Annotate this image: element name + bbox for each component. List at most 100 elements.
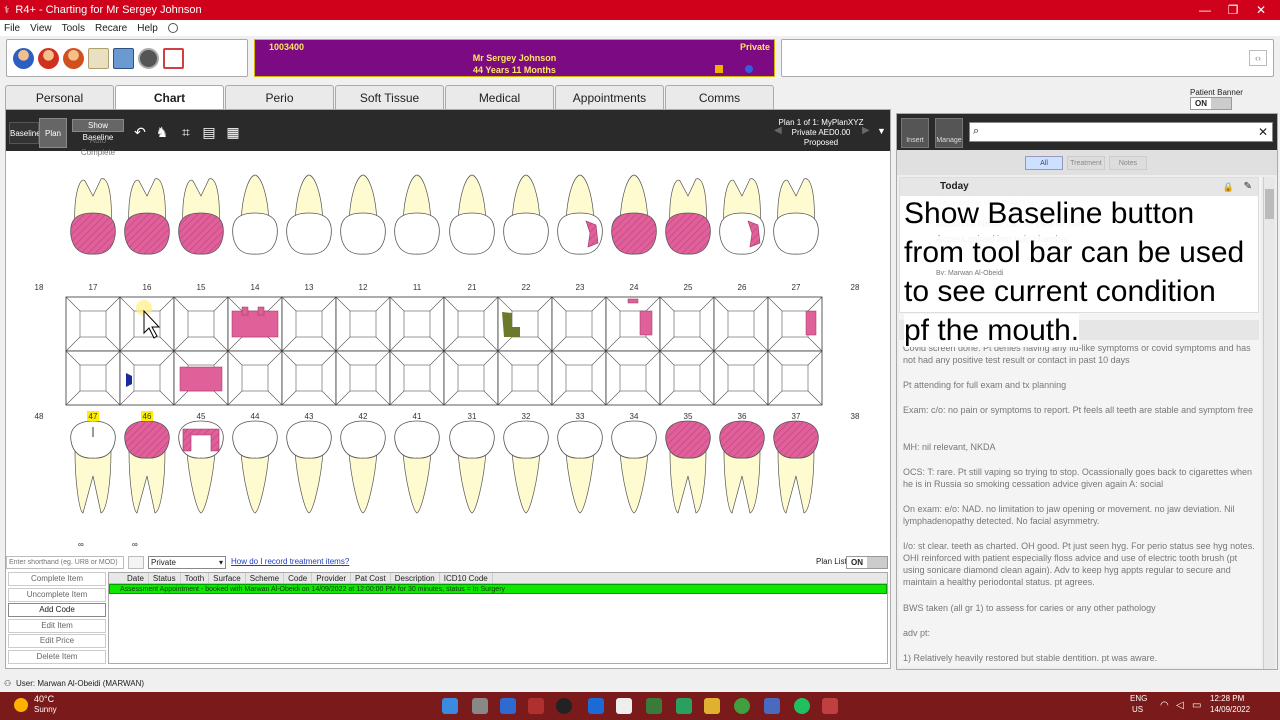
clock-date[interactable]: 14/09/2022	[1210, 705, 1250, 714]
surface-box[interactable]	[227, 350, 283, 406]
taskbar-app-icon[interactable]	[616, 698, 632, 714]
tooth-lower-44[interactable]	[232, 420, 278, 514]
surface-box[interactable]	[605, 350, 661, 406]
menu-file[interactable]: File	[4, 23, 20, 34]
patient-red-icon[interactable]	[38, 47, 59, 69]
tab-soft-tissue[interactable]: Soft Tissue	[335, 85, 444, 109]
tooth-upper-17[interactable]	[70, 178, 116, 255]
chrome-icon[interactable]	[734, 698, 750, 714]
tooth-number-15[interactable]: 15	[197, 283, 206, 292]
battery-icon[interactable]: ▭	[1192, 700, 1201, 711]
tooth-number-38[interactable]: 38	[851, 412, 860, 421]
edit-item-button[interactable]: Edit Item	[8, 618, 106, 633]
edit-price-button[interactable]: Edit Price	[8, 634, 106, 649]
surface-box[interactable]	[281, 350, 337, 406]
info-icon[interactable]	[745, 65, 753, 73]
tooth-lower-37[interactable]	[773, 420, 819, 514]
tooth-lower-32[interactable]	[503, 420, 549, 514]
tooth-number-25[interactable]: 25	[684, 283, 693, 292]
tooth-number-32[interactable]: 32	[522, 412, 531, 421]
clock-time[interactable]: 12:28 PM	[1210, 694, 1244, 703]
uncomplete-item-button[interactable]: Uncomplete Item	[8, 587, 106, 602]
tooth-number-45[interactable]: 45	[197, 412, 206, 421]
lang-1[interactable]: ENG	[1130, 694, 1147, 703]
tooth-upper-24[interactable]	[611, 174, 657, 255]
surface-box[interactable]	[65, 296, 121, 352]
tooth-number-27[interactable]: 27	[792, 283, 801, 292]
scheme-select[interactable]: Private ▾	[148, 556, 226, 569]
restore-button[interactable]: ❐	[1218, 0, 1248, 20]
tooth-upper-27[interactable]	[773, 178, 819, 255]
baseline-button[interactable]: Baseline	[9, 122, 41, 144]
clipboard-icon[interactable]: ▦	[225, 124, 241, 140]
tooth-lower-31[interactable]	[449, 420, 495, 514]
tab-chart[interactable]: Chart	[115, 85, 224, 110]
tooth-number-12[interactable]: 12	[359, 283, 368, 292]
tooth-number-34[interactable]: 34	[630, 412, 639, 421]
calendar-icon[interactable]	[163, 47, 184, 69]
tooth-number-23[interactable]: 23	[576, 283, 585, 292]
grid-icon[interactable]: ⌗	[178, 124, 194, 140]
link-icon-47[interactable]: ∞	[78, 540, 84, 549]
show-baseline-button[interactable]: Show Baseline	[72, 119, 124, 142]
tooth-lower-35[interactable]	[665, 420, 711, 514]
lang-2[interactable]: US	[1132, 705, 1143, 714]
tooth-number-48[interactable]: 48	[35, 412, 44, 421]
surface-box[interactable]	[713, 350, 769, 406]
close-button[interactable]: ✕	[1246, 0, 1276, 20]
task-view-icon[interactable]	[472, 698, 488, 714]
tab-appointments[interactable]: Appointments	[555, 85, 664, 109]
menu-recare[interactable]: Recare	[95, 23, 127, 34]
tooth-number-21[interactable]: 21	[468, 283, 477, 292]
camera-icon[interactable]	[138, 47, 159, 69]
table-row[interactable]: Assessment Appointment - booked with Mar…	[109, 584, 887, 594]
tab-medical[interactable]: Medical	[445, 85, 554, 109]
tooth-lower-33[interactable]	[557, 420, 603, 514]
surface-box[interactable]	[281, 296, 337, 352]
tooth-number-43[interactable]: 43	[305, 412, 314, 421]
folder-icon[interactable]	[704, 698, 720, 714]
tooth-number-22[interactable]: 22	[522, 283, 531, 292]
tooth-upper-16[interactable]	[124, 178, 170, 255]
add-code-button[interactable]: Add Code	[8, 603, 106, 618]
tooth-number-41[interactable]: 41	[413, 412, 422, 421]
tooth-upper-11[interactable]	[394, 174, 440, 255]
add-document-icon[interactable]: ▤	[201, 124, 217, 140]
tooth-upper-21[interactable]	[449, 174, 495, 255]
tooth-lower-41[interactable]	[394, 420, 440, 514]
plan-button[interactable]: Plan	[39, 118, 67, 148]
record-icon[interactable]	[556, 698, 572, 714]
tooth-number-36[interactable]: 36	[738, 412, 747, 421]
tooth-number-42[interactable]: 42	[359, 412, 368, 421]
collapse-arrows-icon[interactable]: ‹›	[1249, 50, 1267, 66]
tooth-lower-42[interactable]	[340, 420, 386, 514]
notes-icon[interactable]	[88, 47, 109, 69]
id-card-icon[interactable]	[113, 47, 134, 69]
filter-treatment[interactable]: Treatment	[1067, 156, 1105, 170]
notes-scrollbar[interactable]	[1263, 177, 1275, 669]
tooth-upper-15[interactable]	[178, 178, 224, 255]
notes-search[interactable]: ⌕ ✕	[969, 122, 1273, 142]
tab-comms[interactable]: Comms	[665, 85, 774, 109]
tooth-upper-22[interactable]	[503, 174, 549, 255]
tooth-lower-45[interactable]	[178, 420, 224, 514]
tooth-number-33[interactable]: 33	[576, 412, 585, 421]
tooth-number-17[interactable]: 17	[89, 283, 98, 292]
dental-chart[interactable]: 18 17 16 15 14 13 12 11 21 22 23 24 25 26 27 28 48 47 46 4…	[6, 151, 890, 555]
plan-list-toggle[interactable]: ON	[846, 556, 888, 569]
surface-box[interactable]	[497, 350, 553, 406]
lock-icon[interactable]: 🔒	[1223, 182, 1234, 193]
menu-view[interactable]: View	[30, 23, 52, 34]
surface-box[interactable]	[659, 350, 715, 406]
tooth-number-44[interactable]: 44	[251, 412, 260, 421]
edit-pencil-icon[interactable]: ✎	[1244, 181, 1252, 192]
delete-item-button[interactable]: Delete Item	[8, 649, 106, 664]
surface-box[interactable]	[551, 350, 607, 406]
tooth-lower-36[interactable]	[719, 420, 765, 514]
tooth-upper-23[interactable]	[557, 174, 603, 255]
alert-icon[interactable]	[715, 65, 723, 73]
tooth-number-46[interactable]: 46	[143, 412, 152, 421]
minimize-button[interactable]: —	[1190, 0, 1220, 20]
tooth-upper-12[interactable]	[340, 174, 386, 255]
tooth-lower-46[interactable]	[124, 420, 170, 514]
